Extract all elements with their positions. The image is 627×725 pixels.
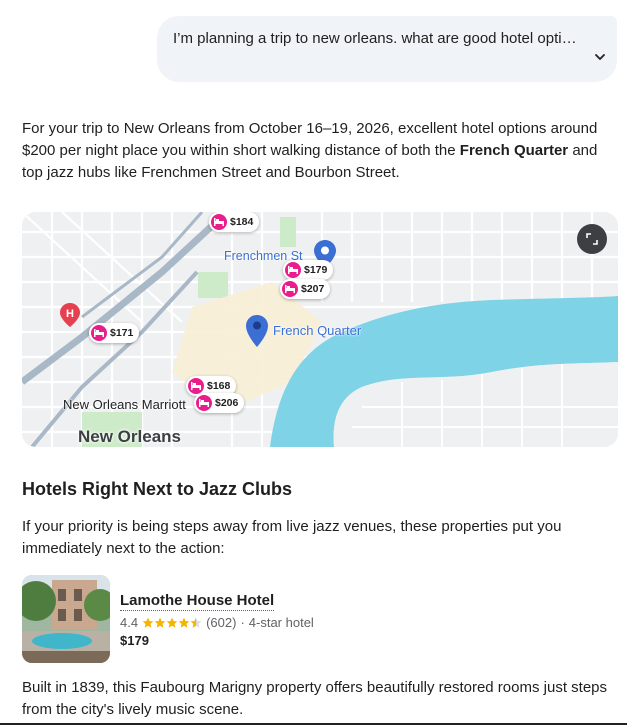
- expand-icon: [586, 233, 598, 245]
- hotel-meta: 4.4 (602) · 4-star hotel: [120, 615, 314, 630]
- section-description: If your priority is being steps away fro…: [22, 518, 562, 557]
- hotel-bed-icon: [91, 325, 107, 341]
- star-icon: [154, 617, 166, 628]
- french-quarter-label: French Quarter: [273, 323, 362, 338]
- meta-separator: ·: [240, 615, 245, 630]
- user-query-bubble[interactable]: I’m planning a trip to new orleans. what…: [157, 16, 617, 82]
- hotel-price: $207: [301, 283, 325, 295]
- city-label: New Orleans: [78, 427, 181, 446]
- half-star-icon: [190, 617, 202, 628]
- hotel-price: $179: [304, 264, 328, 276]
- svg-text:H: H: [66, 308, 74, 320]
- hotel-price: $171: [110, 327, 134, 339]
- hotel-bed-icon: [285, 262, 301, 278]
- hotel-class: 4-star hotel: [248, 615, 314, 630]
- hotel-rating: 4.4: [120, 615, 139, 630]
- chevron-down-icon[interactable]: [593, 50, 607, 64]
- star-icon: [142, 617, 154, 628]
- star-rating: [142, 617, 202, 629]
- section-title: Hotels Right Next to Jazz Clubs: [22, 479, 293, 499]
- hotel-bed-icon: [211, 214, 227, 230]
- hotel-bed-icon: [282, 281, 298, 297]
- hospital-icon[interactable]: H: [60, 303, 80, 327]
- hotel-price-pin[interactable]: $207: [280, 279, 331, 299]
- hotel-bed-icon: [196, 395, 212, 411]
- marriott-label: New Orleans Marriott: [63, 397, 186, 412]
- hotel-bed-icon: [188, 378, 204, 394]
- french-quarter-place-pin-icon[interactable]: [246, 315, 268, 347]
- map-expand-button[interactable]: [577, 224, 607, 254]
- hotel-description: Built in 1839, this Faubourg Marigny pro…: [22, 679, 608, 718]
- hotel-price-pin[interactable]: $184: [209, 212, 260, 232]
- hotel-name-link[interactable]: Lamothe House Hotel: [120, 592, 275, 611]
- hotel-price: $184: [230, 216, 254, 228]
- user-query-text: I’m planning a trip to new orleans. what…: [173, 30, 577, 47]
- hotel-card-price: $179: [120, 633, 149, 648]
- hotel-card[interactable]: Lamothe House Hotel 4.4 (602) · 4-star h…: [22, 575, 612, 665]
- star-icon: [178, 617, 190, 628]
- hotel-price-pin[interactable]: $171: [89, 323, 140, 343]
- hotel-price: $206: [215, 397, 239, 409]
- intro-bold-french-quarter: French Quarter: [459, 142, 569, 159]
- hotel-price-pin[interactable]: $206: [194, 393, 245, 413]
- star-icon: [166, 617, 178, 628]
- intro-paragraph: For your trip to New Orleans from Octobe…: [22, 118, 614, 184]
- hotel-thumbnail[interactable]: [22, 575, 110, 663]
- hotel-price: $168: [207, 380, 231, 392]
- hotel-review-count: (602): [206, 615, 237, 630]
- hotel-price-pin[interactable]: $179: [283, 260, 334, 280]
- hotel-map[interactable]: H Frenchmen St French Quarter New Orlean…: [22, 212, 618, 447]
